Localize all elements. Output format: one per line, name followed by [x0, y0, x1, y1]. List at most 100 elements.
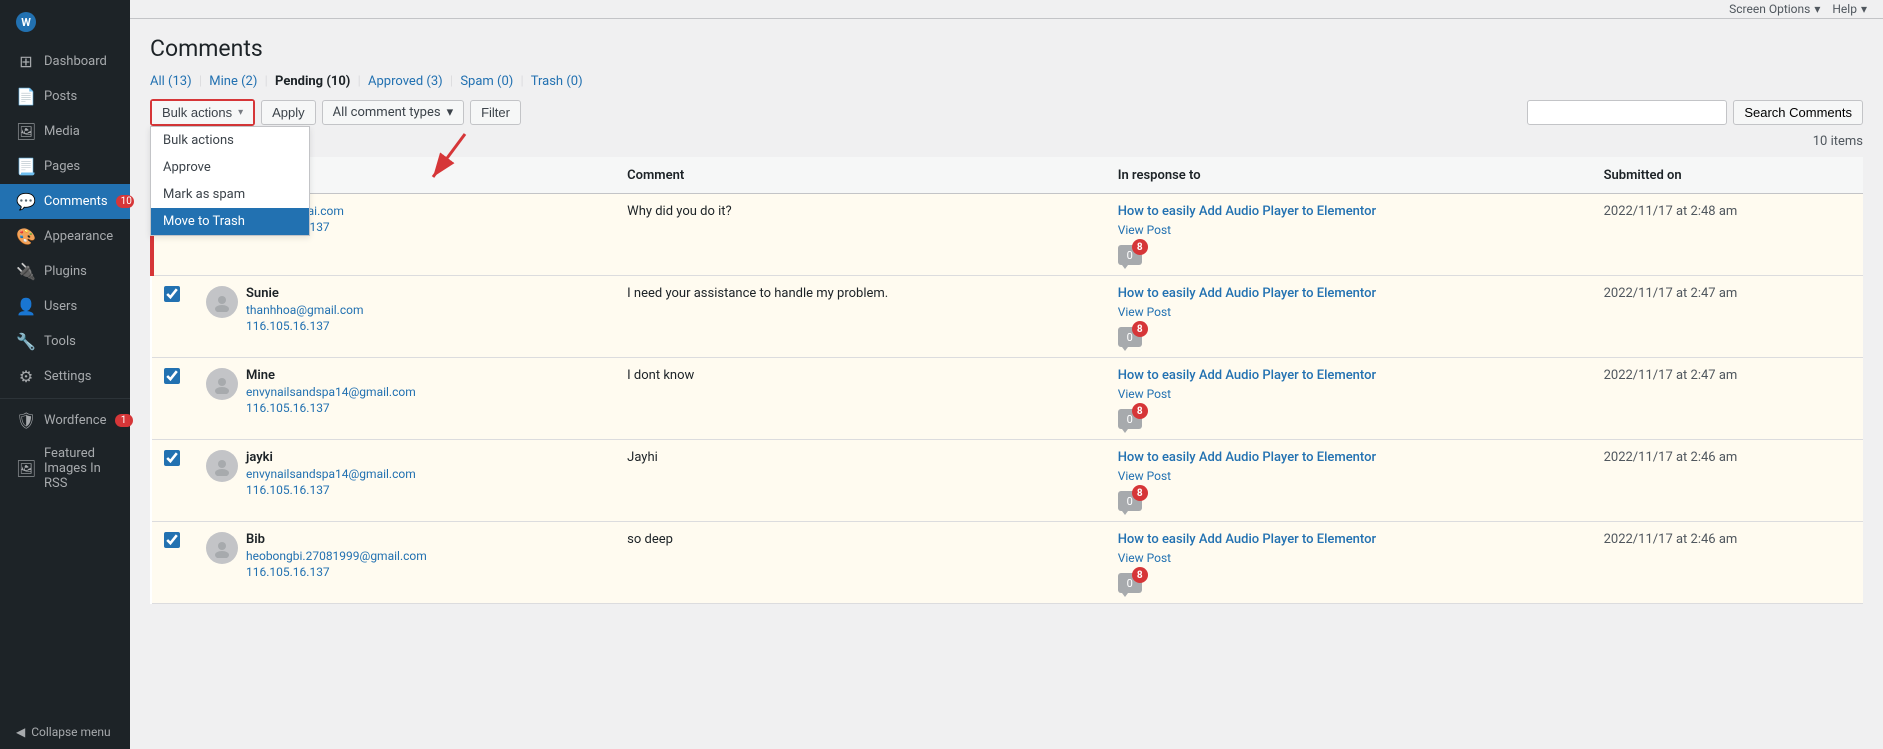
help-button[interactable]: Help ▾ [1832, 2, 1867, 16]
response-cell: How to easily Add Audio Player to Elemen… [1106, 440, 1592, 522]
response-link[interactable]: How to easily Add Audio Player to Elemen… [1118, 368, 1580, 383]
table-row: Sunie thanhhoa@gmail.com 116.105.16.137 … [152, 276, 1863, 358]
author-email[interactable]: thanhhoa@gmail.com [246, 303, 364, 317]
tools-icon: 🔧 [16, 332, 36, 351]
bubble-badge: 8 [1132, 403, 1148, 419]
page-title: Comments [150, 35, 1863, 62]
sidebar-item-label: Featured Images In RSS [44, 446, 114, 491]
author-details: Sunie thanhhoa@gmail.com 116.105.16.137 [246, 286, 364, 333]
bulk-option-mark-as-spam[interactable]: Mark as spam [151, 181, 309, 208]
sidebar-item-comments[interactable]: 💬 Comments 10 [0, 184, 130, 219]
author-details: jayki envynailsandspa14@gmail.com 116.10… [246, 450, 416, 497]
bulk-option-bulk-actions[interactable]: Bulk actions [151, 127, 309, 154]
bulk-actions-button[interactable]: Bulk actions ▾ [152, 101, 253, 124]
toolbar: Bulk actions ▾ Bulk actions Approve Mark… [150, 99, 1863, 126]
search-input[interactable] [1527, 100, 1727, 125]
author-ip[interactable]: 116.105.16.137 [246, 565, 427, 579]
sidebar-item-appearance[interactable]: 🎨 Appearance [0, 219, 130, 254]
author-ip[interactable]: 116.105.16.137 [246, 483, 416, 497]
avatar [206, 286, 238, 318]
screen-options-button[interactable]: Screen Options ▾ [1729, 2, 1820, 16]
submitted-cell: 2022/11/17 at 2:46 am [1592, 440, 1863, 522]
col-submitted: Submitted on [1592, 157, 1863, 194]
filter-trash[interactable]: Trash (0) [531, 74, 583, 89]
bulk-actions-label: Bulk actions [162, 105, 232, 120]
appearance-icon: 🎨 [16, 227, 36, 246]
apply-button[interactable]: Apply [261, 100, 316, 125]
sidebar-item-media[interactable]: 🖼 Media [0, 114, 130, 149]
author-ip[interactable]: 116.105.16.137 [246, 319, 364, 333]
comment-cell: I need your assistance to handle my prob… [615, 276, 1106, 358]
author-row: Sunie thanhhoa@gmail.com 116.105.16.137 [206, 286, 603, 333]
sidebar-item-label: Dashboard [44, 54, 107, 69]
site-logo[interactable]: W [0, 0, 130, 44]
comments-badge: 10 [116, 195, 134, 208]
bubble-wrap: 0 8 [1118, 409, 1580, 429]
response-link[interactable]: How to easily Add Audio Player to Elemen… [1118, 532, 1580, 547]
view-post-link[interactable]: View Post [1118, 551, 1580, 565]
comments-table: Author Comment In response to Submitted … [150, 157, 1863, 604]
main-content: Screen Options ▾ Help ▾ Comments All (13… [130, 0, 1883, 749]
row-checkbox[interactable] [164, 368, 180, 384]
sidebar-item-label: Wordfence [44, 413, 107, 428]
plugins-icon: 🔌 [16, 262, 36, 281]
sidebar-item-featured-images[interactable]: 🖼 Featured Images In RSS [0, 438, 130, 499]
comment-types-label: All comment types [333, 105, 441, 120]
screen-options-arrow-icon: ▾ [1814, 2, 1820, 16]
author-details: Mine envynailsandspa14@gmail.com 116.105… [246, 368, 416, 415]
response-link[interactable]: How to easily Add Audio Player to Elemen… [1118, 204, 1580, 219]
view-post-link[interactable]: View Post [1118, 469, 1580, 483]
sidebar-item-label: Users [44, 299, 77, 314]
response-link[interactable]: How to easily Add Audio Player to Elemen… [1118, 286, 1580, 301]
filter-mine[interactable]: Mine (2) [209, 74, 257, 89]
media-icon: 🖼 [16, 122, 36, 141]
sidebar-item-wordfence[interactable]: 🛡 Wordfence 1 [0, 403, 130, 438]
sidebar-item-pages[interactable]: 📃 Pages [0, 149, 130, 184]
bubble-badge: 8 [1132, 485, 1148, 501]
bubble-wrap: 0 8 [1118, 491, 1580, 511]
view-post-link[interactable]: View Post [1118, 387, 1580, 401]
view-post-link[interactable]: View Post [1118, 305, 1580, 319]
sidebar-item-settings[interactable]: ⚙ Settings [0, 359, 130, 394]
help-label: Help [1832, 2, 1857, 16]
filter-button[interactable]: Filter [470, 100, 521, 125]
sidebar-item-tools[interactable]: 🔧 Tools [0, 324, 130, 359]
filter-pending[interactable]: Pending (10) [275, 74, 350, 89]
collapse-menu-button[interactable]: ◀ Collapse menu [0, 715, 130, 749]
sidebar-item-posts[interactable]: 📄 Posts [0, 79, 130, 114]
row-checkbox[interactable] [164, 286, 180, 302]
author-email[interactable]: envynailsandspa14@gmail.com [246, 385, 416, 399]
submitted-cell: 2022/11/17 at 2:46 am [1592, 522, 1863, 604]
table-row: Bib heobongbi.27081999@gmail.com 116.105… [152, 522, 1863, 604]
filter-all[interactable]: All (13) [150, 74, 192, 89]
sidebar-divider [0, 398, 130, 399]
posts-icon: 📄 [16, 87, 36, 106]
sidebar-item-plugins[interactable]: 🔌 Plugins [0, 254, 130, 289]
sidebar-item-dashboard[interactable]: ⊞ Dashboard [0, 44, 130, 79]
table-row: h1999@gmai.com 116.105.16.137 Why did yo… [152, 194, 1863, 276]
bulk-option-approve[interactable]: Approve [151, 154, 309, 181]
comment-types-select[interactable]: All comment types ▾ [322, 100, 464, 125]
comment-text: I need your assistance to handle my prob… [627, 286, 888, 301]
response-link[interactable]: How to easily Add Audio Player to Elemen… [1118, 450, 1580, 465]
wordfence-icon: 🛡 [16, 411, 36, 430]
sidebar-item-users[interactable]: 👤 Users [0, 289, 130, 324]
response-cell: How to easily Add Audio Player to Elemen… [1106, 276, 1592, 358]
author-email[interactable]: envynailsandspa14@gmail.com [246, 467, 416, 481]
row-checkbox[interactable] [164, 450, 180, 466]
comment-bubble-icon: 0 8 [1118, 573, 1142, 593]
bubble-wrap: 0 8 [1118, 245, 1580, 265]
bubble-badge: 8 [1132, 239, 1148, 255]
view-post-link[interactable]: View Post [1118, 223, 1580, 237]
author-ip[interactable]: 116.105.16.137 [246, 401, 416, 415]
filter-spam[interactable]: Spam (0) [460, 74, 513, 89]
author-email[interactable]: heobongbi.27081999@gmail.com [246, 549, 427, 563]
col-in-response: In response to [1106, 157, 1592, 194]
row-checkbox[interactable] [164, 532, 180, 548]
filter-approved[interactable]: Approved (3) [368, 74, 443, 89]
bulk-option-move-to-trash[interactable]: Move to Trash [151, 208, 309, 235]
search-button[interactable]: Search Comments [1733, 100, 1863, 125]
table-row: jayki envynailsandspa14@gmail.com 116.10… [152, 440, 1863, 522]
comment-bubble-icon: 0 8 [1118, 327, 1142, 347]
search-bar: Search Comments [1527, 100, 1863, 125]
